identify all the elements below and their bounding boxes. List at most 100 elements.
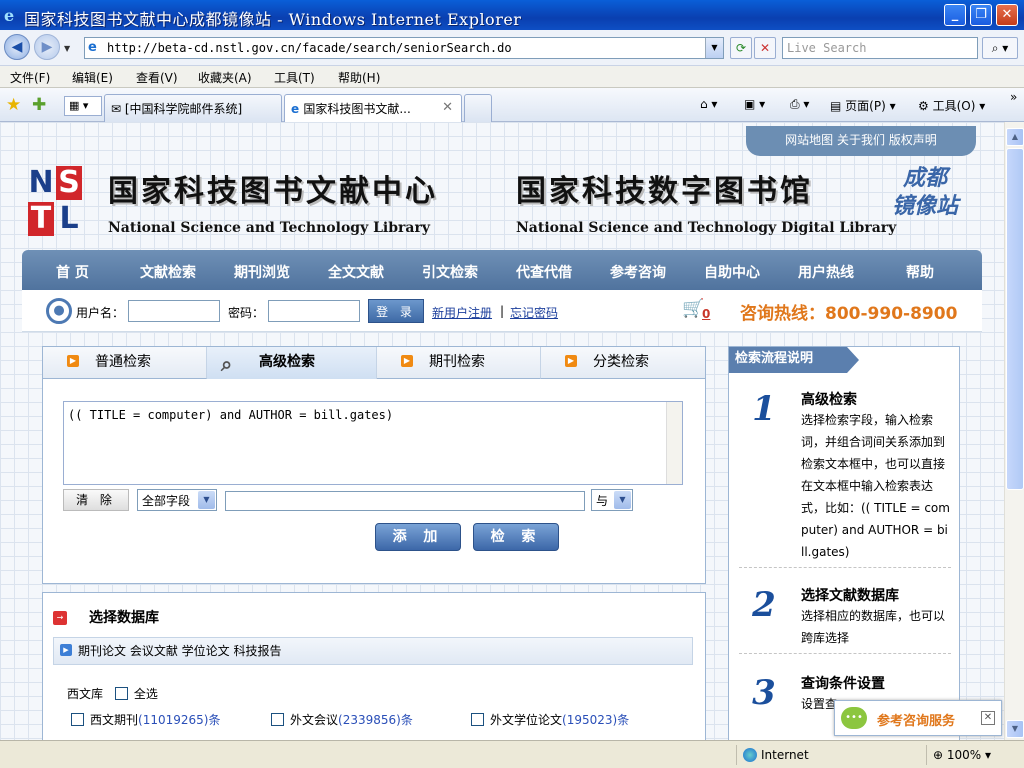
page-scrollbar[interactable]: ▲ ▼ bbox=[1004, 122, 1024, 740]
live-search-input[interactable]: Live Search bbox=[782, 37, 978, 59]
close-icon[interactable]: ✕ bbox=[981, 711, 995, 725]
db-checkbox[interactable] bbox=[271, 713, 284, 726]
menu-file[interactable]: 文件(F) bbox=[10, 69, 50, 86]
top-links[interactable]: 网站地图 关于我们 版权声明 bbox=[746, 126, 976, 156]
tools-menu[interactable]: ⚙ 工具(O) ▾ bbox=[918, 97, 985, 114]
select-all-label: 全选 bbox=[133, 687, 158, 701]
refresh-icon[interactable]: ⟳ bbox=[730, 37, 752, 59]
db-item-unit: 条 bbox=[400, 713, 413, 727]
step-title: 选择文献数据库 bbox=[801, 588, 899, 604]
address-url: http://beta-cd.nstl.gov.cn/facade/search… bbox=[107, 41, 512, 55]
zoom-icon: ⊕ bbox=[933, 748, 947, 762]
password-input[interactable] bbox=[268, 300, 360, 322]
query-textarea[interactable]: (( TITLE = computer) and AUTHOR = bill.g… bbox=[63, 401, 683, 485]
scroll-down-icon[interactable]: ▼ bbox=[1006, 720, 1024, 738]
nav-proxy[interactable]: 代查代借 bbox=[516, 262, 572, 282]
chevron-down-icon[interactable]: ▼ bbox=[614, 491, 631, 509]
window-title-bar[interactable]: e 国家科技图书文献中心成都镜像站 - Windows Internet Exp… bbox=[0, 0, 1024, 30]
nav-self-service[interactable]: 自助中心 bbox=[704, 262, 760, 282]
database-categories-text: 期刊论文 会议文献 学位论文 科技报告 bbox=[78, 644, 282, 658]
site-title-cn-1: 国家科技图书文献中心 bbox=[108, 174, 438, 209]
menu-tools[interactable]: 工具(T) bbox=[274, 69, 315, 86]
zoom-control[interactable]: ⊕ 100% ▾ bbox=[926, 745, 1016, 765]
minimize-button[interactable]: _ bbox=[944, 4, 966, 26]
window-title: 国家科技图书文献中心成都镜像站 - Windows Internet Explo… bbox=[24, 10, 522, 29]
select-all-checkbox[interactable]: 全选 bbox=[114, 687, 158, 701]
menu-help[interactable]: 帮助(H) bbox=[338, 69, 380, 86]
tab-category-search[interactable]: ▶ 分类检索 bbox=[541, 347, 705, 379]
nav-citation[interactable]: 引文检索 bbox=[422, 262, 478, 282]
db-checkbox[interactable] bbox=[71, 713, 84, 726]
step-divider bbox=[739, 567, 951, 568]
scroll-thumb[interactable] bbox=[1006, 148, 1024, 490]
site-title-cn-2: 国家科技数字图书馆 bbox=[516, 174, 813, 209]
nav-fulltext[interactable]: 全文文献 bbox=[328, 262, 384, 282]
db-item[interactable]: 外文会议(2339856)条 bbox=[271, 711, 413, 728]
clear-button[interactable]: 清 除 bbox=[63, 489, 129, 511]
stop-icon[interactable]: ✕ bbox=[754, 37, 776, 59]
query-scrollbar[interactable] bbox=[666, 402, 682, 484]
add-favorite-icon[interactable]: ✚ bbox=[32, 95, 46, 115]
nav-reference[interactable]: 参考咨询 bbox=[610, 262, 666, 282]
close-button[interactable]: ✕ bbox=[996, 4, 1018, 26]
forward-icon[interactable]: ▶ bbox=[34, 34, 60, 60]
search-button[interactable]: 检 索 bbox=[473, 523, 559, 551]
ie-logo-icon: e bbox=[4, 6, 15, 25]
consult-label[interactable]: 参考咨询服务 bbox=[877, 710, 955, 729]
new-tab-button[interactable] bbox=[464, 94, 492, 122]
favorites-star-icon[interactable]: ★ bbox=[6, 95, 21, 115]
address-dropdown-icon[interactable]: ▼ bbox=[705, 38, 723, 58]
chevron-down-icon[interactable]: ▼ bbox=[198, 491, 215, 509]
login-button[interactable]: 登 录 bbox=[368, 299, 424, 323]
tab-advanced-search[interactable]: ⌕ 高级检索 bbox=[207, 347, 377, 379]
scroll-up-icon[interactable]: ▲ bbox=[1006, 128, 1024, 146]
close-tab-icon[interactable]: ✕ bbox=[442, 100, 453, 115]
nav-home[interactable]: 首 页 bbox=[56, 262, 89, 282]
history-dropdown-icon[interactable]: ▼ bbox=[64, 44, 70, 53]
chevron-right-icon[interactable]: » bbox=[1010, 90, 1017, 104]
address-input[interactable]: e http://beta-cd.nstl.gov.cn/facade/sear… bbox=[84, 37, 724, 59]
consult-service-popup[interactable]: ••• 参考咨询服务 ✕ bbox=[834, 700, 1002, 736]
database-categories[interactable]: ▶ 期刊论文 会议文献 学位论文 科技报告 bbox=[53, 637, 693, 665]
tab-basic-search[interactable]: ▶ 普通检索 bbox=[43, 347, 207, 379]
status-bar: Internet ⊕ 100% ▾ bbox=[0, 740, 1024, 768]
tools-menu-label: 工具(O) bbox=[932, 99, 976, 113]
field-select[interactable]: 全部字段 ▼ bbox=[137, 489, 217, 511]
tab-nstl-label: 国家科技图书文献... bbox=[303, 102, 411, 116]
maximize-button[interactable]: ❐ bbox=[970, 4, 992, 26]
back-icon[interactable]: ◀ bbox=[4, 34, 30, 60]
nav-journal-browse[interactable]: 期刊浏览 bbox=[234, 262, 290, 282]
cart-count[interactable]: 0 bbox=[702, 307, 710, 321]
keyword-input[interactable] bbox=[225, 491, 585, 511]
home-icon[interactable]: ⌂ ▾ bbox=[700, 97, 717, 111]
login-separator: | bbox=[500, 304, 505, 318]
search-icon[interactable]: ⌕ ▾ bbox=[982, 37, 1018, 59]
db-checkbox[interactable] bbox=[471, 713, 484, 726]
nav-help[interactable]: 帮助 bbox=[906, 262, 934, 282]
print-icon[interactable]: ⎙ ▾ bbox=[790, 97, 809, 112]
db-item[interactable]: 西文期刊(11019265)条 bbox=[71, 711, 220, 728]
flow-panel: 检索流程说明 1 高级检索 选择检索字段，输入检索词，并组合词间关系添加到检索文… bbox=[728, 346, 960, 740]
operator-select[interactable]: 与 ▼ bbox=[591, 489, 633, 511]
add-button[interactable]: 添 加 bbox=[375, 523, 461, 551]
forgot-password-link[interactable]: 忘记密码 bbox=[510, 304, 558, 321]
tab-nstl[interactable]: e 国家科技图书文献... ✕ bbox=[284, 94, 462, 122]
feeds-icon[interactable]: ▣ ▾ bbox=[744, 97, 765, 111]
quick-tabs-icon[interactable]: ▦ ▾ bbox=[64, 96, 102, 116]
page-menu[interactable]: ▤ 页面(P) ▾ bbox=[830, 97, 896, 114]
menu-favorites[interactable]: 收藏夹(A) bbox=[198, 69, 252, 86]
tab-mail[interactable]: ✉ [中国科学院邮件系统] bbox=[104, 94, 282, 122]
tab-arrow-icon: ▶ bbox=[67, 355, 79, 367]
password-label: 密码： bbox=[228, 306, 265, 320]
db-item[interactable]: 外文学位论文(195023)条 bbox=[471, 711, 629, 728]
menu-view[interactable]: 查看(V) bbox=[136, 69, 178, 86]
nav-hotline[interactable]: 用户热线 bbox=[798, 262, 854, 282]
register-link[interactable]: 新用户注册 bbox=[432, 304, 492, 321]
username-input[interactable] bbox=[128, 300, 220, 322]
nav-doc-search[interactable]: 文献检索 bbox=[140, 262, 196, 282]
mirror-site-label: 成都 镜像站 bbox=[880, 164, 970, 220]
ie-tab-icon: e bbox=[291, 102, 304, 116]
tab-journal-search[interactable]: ▶ 期刊检索 bbox=[377, 347, 541, 379]
login-bar: ● 用户名： 密码： 登 录 新用户注册 | 忘记密码 🛒 0 咨询热线：800… bbox=[22, 290, 982, 332]
menu-edit[interactable]: 编辑(E) bbox=[72, 69, 113, 86]
